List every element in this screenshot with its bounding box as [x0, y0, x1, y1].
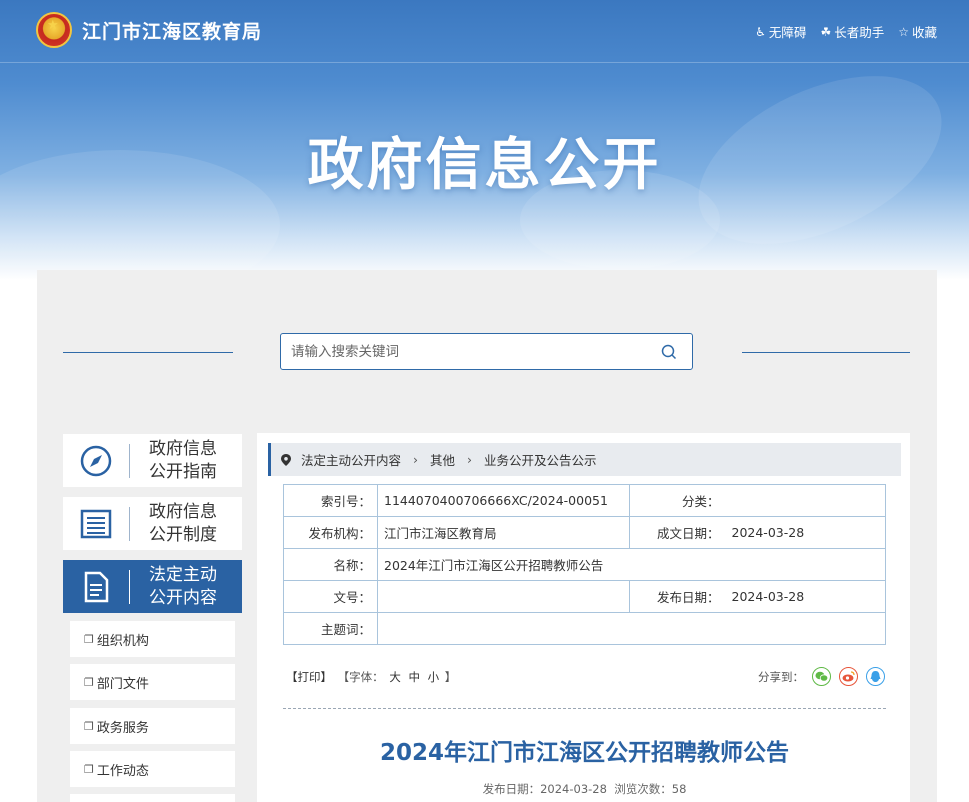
share-label: 分享到： [758, 669, 804, 684]
header-divider [0, 62, 969, 63]
sub-item-more[interactable] [70, 794, 235, 802]
sub-item-organization[interactable]: ❐ 组织机构 [70, 621, 235, 657]
search-icon[interactable] [660, 343, 678, 361]
table-row: 名称： 2024年江门市江海区公开招聘教师公告 [283, 548, 886, 581]
qq-icon [870, 670, 881, 682]
publish-date-label: 发布日期： [482, 782, 541, 796]
search-divider-left [63, 352, 233, 353]
wechat-share-button[interactable] [812, 667, 831, 686]
favorite-label: 收藏 [911, 25, 937, 40]
document-icon [84, 571, 109, 602]
table-row: 发布机构： 江门市江海区教育局 成文日期： 2024-03-28 [283, 516, 886, 549]
font-large-button[interactable]: 大 [389, 670, 401, 684]
font-size-suffix: 】 [444, 670, 457, 684]
site-title[interactable]: 江门市江海区教育局 [82, 17, 262, 44]
sub-item-label: 部门文件 [96, 676, 149, 692]
print-button[interactable]: 【打印】 [286, 670, 332, 684]
table-row: 索引号： 1144070400706666XC/2024-00051 分类： [283, 484, 886, 517]
breadcrumb-item[interactable]: 业务公开及公告公示 [484, 450, 597, 469]
document-icon: ❐ [84, 675, 94, 689]
publisher-label: 发布机构： [283, 516, 378, 549]
elder-helper-label: 长者助手 [834, 25, 885, 40]
accessibility-label: 无障碍 [768, 25, 807, 40]
nav-label-line1: 法定主动 [149, 564, 217, 585]
doc-number-label: 文号： [283, 580, 378, 613]
nav-label-line2: 公开制度 [149, 524, 217, 545]
share-bar: 分享到： [758, 667, 885, 686]
document-icon: ❐ [84, 719, 94, 733]
table-row: 文号： 发布日期： 2024-03-28 [283, 580, 886, 613]
article-title: 2024年江门市江海区公开招聘教师公告 [379, 740, 789, 766]
sub-item-label: 工作动态 [96, 763, 149, 779]
nav-statutory-content[interactable]: 法定主动 公开内容 [63, 560, 242, 613]
weibo-share-button[interactable] [839, 667, 858, 686]
nav-label-line1: 政府信息 [149, 501, 217, 522]
wechat-icon [815, 671, 828, 682]
nav-disclosure-guide[interactable]: 政府信息 公开指南 [63, 434, 242, 487]
header-banner: ★ 江门市江海区教育局 ♿ 无障碍 ☘ 长者助手 ☆ 收藏 政府信息公开 [0, 0, 969, 280]
accessibility-icon: ♿ [755, 24, 766, 39]
index-value: 1144070400706666XC/2024-00051 [377, 484, 630, 517]
chevron-right-icon: › [467, 452, 473, 467]
table-row: 主题词： [283, 612, 886, 645]
keywords-label: 主题词： [283, 612, 378, 645]
publish-date-value: 2024-03-28 [725, 580, 886, 613]
metadata-table: 索引号： 1144070400706666XC/2024-00051 分类： 发… [283, 484, 886, 645]
favorite-button[interactable]: ☆ 收藏 [898, 22, 937, 41]
name-label: 名称： [283, 548, 378, 581]
category-value [725, 484, 886, 517]
location-pin-icon [281, 453, 291, 466]
accessibility-button[interactable]: ♿ 无障碍 [755, 22, 806, 41]
keywords-value [377, 612, 886, 645]
divider [283, 708, 886, 709]
created-date-value: 2024-03-28 [725, 516, 886, 549]
elder-helper-button[interactable]: ☘ 长者助手 [820, 22, 884, 41]
elder-helper-icon: ☘ [820, 24, 832, 39]
font-size-prefix: 【字体： [337, 670, 384, 684]
hero-title: 政府信息公开 [307, 133, 662, 198]
sub-item-label: 组织机构 [96, 633, 149, 649]
views-count: 58 [671, 782, 687, 796]
name-value: 2024年江门市江海区公开招聘教师公告 [377, 548, 886, 581]
nav-label-line2: 公开内容 [149, 587, 217, 608]
document-icon: ❐ [84, 632, 94, 646]
search-divider-right [742, 352, 910, 353]
nav-disclosure-system[interactable]: 政府信息 公开制度 [63, 497, 242, 550]
search-box [280, 333, 693, 370]
document-icon: ❐ [84, 762, 94, 776]
sub-item-department-files[interactable]: ❐ 部门文件 [70, 664, 235, 700]
breadcrumb: 法定主动公开内容 › 其他 › 业务公开及公告公示 [268, 443, 901, 476]
national-emblem-icon[interactable]: ★ [36, 12, 72, 48]
publisher-value: 江门市江海区教育局 [377, 516, 630, 549]
doc-number-value [377, 580, 630, 613]
font-small-button[interactable]: 小 [428, 670, 440, 684]
sub-item-work-news[interactable]: ❐ 工作动态 [70, 751, 235, 787]
publish-date-label: 发布日期： [629, 580, 726, 613]
weibo-icon [842, 671, 855, 682]
views-label: 浏览次数： [614, 782, 672, 796]
list-document-icon [80, 509, 112, 538]
sub-item-label: 政务服务 [96, 720, 149, 736]
chevron-right-icon: › [413, 452, 419, 467]
publish-date-value: 2024-03-28 [540, 782, 607, 796]
header-tools: ♿ 无障碍 ☘ 长者助手 ☆ 收藏 [755, 22, 937, 41]
created-date-label: 成文日期： [629, 516, 726, 549]
category-label: 分类： [629, 484, 726, 517]
breadcrumb-item[interactable]: 其他 [430, 450, 455, 469]
sub-item-government-services[interactable]: ❐ 政务服务 [70, 708, 235, 744]
qq-share-button[interactable] [866, 667, 885, 686]
font-medium-button[interactable]: 中 [408, 670, 420, 684]
compass-icon [80, 445, 112, 476]
article-info: 发布日期：2024-03-28 浏览次数：58 [283, 781, 886, 797]
search-input[interactable] [291, 340, 641, 364]
nav-label-line2: 公开指南 [149, 461, 217, 482]
article-tools: 【打印】 【字体： 大 中 小 】 [284, 669, 456, 685]
index-label: 索引号： [283, 484, 378, 517]
breadcrumb-item[interactable]: 法定主动公开内容 [301, 450, 401, 469]
nav-label-line1: 政府信息 [149, 438, 217, 459]
star-icon: ☆ [898, 24, 909, 39]
